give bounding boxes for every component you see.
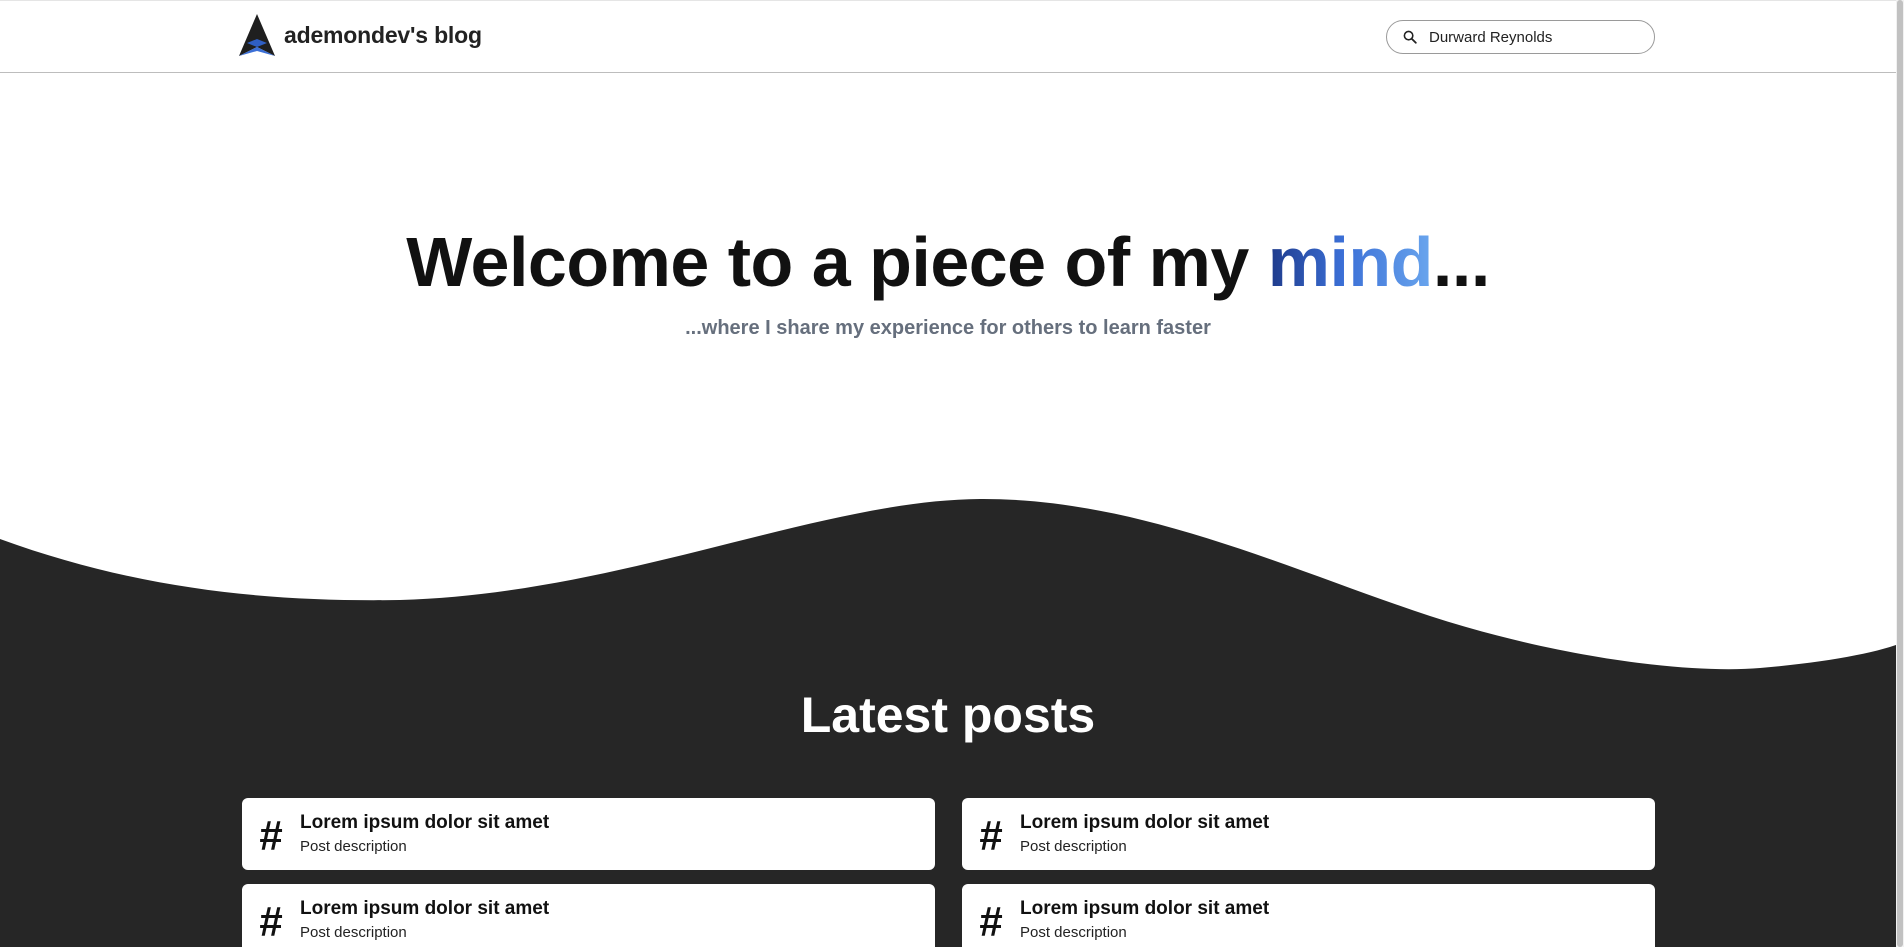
- post-card[interactable]: # Lorem ipsum dolor sit amet Post descri…: [962, 798, 1655, 870]
- latest-posts-heading: Latest posts: [800, 687, 1096, 743]
- brand-name: ademondev's blog: [284, 21, 482, 48]
- search-box[interactable]: [1386, 20, 1655, 54]
- post-text: Lorem ipsum dolor sit amet Post descript…: [300, 897, 549, 943]
- post-card[interactable]: # Lorem ipsum dolor sit amet Post descri…: [242, 884, 935, 947]
- post-text: Lorem ipsum dolor sit amet Post descript…: [1020, 811, 1269, 857]
- scrollbar-thumb[interactable]: [1897, 0, 1903, 947]
- hash-icon: #: [979, 898, 1003, 945]
- hero-title: Welcome to a piece of my mind...: [0, 222, 1896, 302]
- post-title[interactable]: Lorem ipsum dolor sit amet: [1020, 897, 1269, 921]
- hash-icon: #: [259, 812, 283, 859]
- hero-title-prefix: Welcome to a piece of my: [406, 223, 1268, 301]
- logo-icon: [239, 14, 275, 56]
- scrollbar[interactable]: [1896, 0, 1904, 947]
- post-description: Post description: [1020, 838, 1127, 855]
- hero-title-accent: mind: [1267, 223, 1434, 301]
- hero-subtitle: ...where I share my experience for other…: [685, 317, 1211, 339]
- post-card[interactable]: # Lorem ipsum dolor sit amet Post descri…: [962, 884, 1655, 947]
- search-icon: [1403, 30, 1417, 44]
- post-text: Lorem ipsum dolor sit amet Post descript…: [1020, 897, 1269, 943]
- post-title[interactable]: Lorem ipsum dolor sit amet: [300, 811, 549, 835]
- post-description: Post description: [1020, 924, 1127, 941]
- page: ademondev's blog Welcome to a piece of m…: [0, 0, 1904, 947]
- hash-icon: #: [979, 812, 1003, 859]
- post-card[interactable]: # Lorem ipsum dolor sit amet Post descri…: [242, 798, 935, 870]
- post-description: Post description: [300, 838, 407, 855]
- post-title[interactable]: Lorem ipsum dolor sit amet: [1020, 811, 1269, 835]
- search-input[interactable]: [1429, 28, 1639, 46]
- post-title[interactable]: Lorem ipsum dolor sit amet: [300, 897, 549, 921]
- site-header: ademondev's blog: [0, 0, 1904, 73]
- post-description: Post description: [300, 924, 407, 941]
- brand-link[interactable]: ademondev's blog: [238, 13, 482, 57]
- hero-title-suffix: ...: [1432, 223, 1490, 301]
- hash-icon: #: [259, 898, 283, 945]
- post-text: Lorem ipsum dolor sit amet Post descript…: [300, 811, 549, 857]
